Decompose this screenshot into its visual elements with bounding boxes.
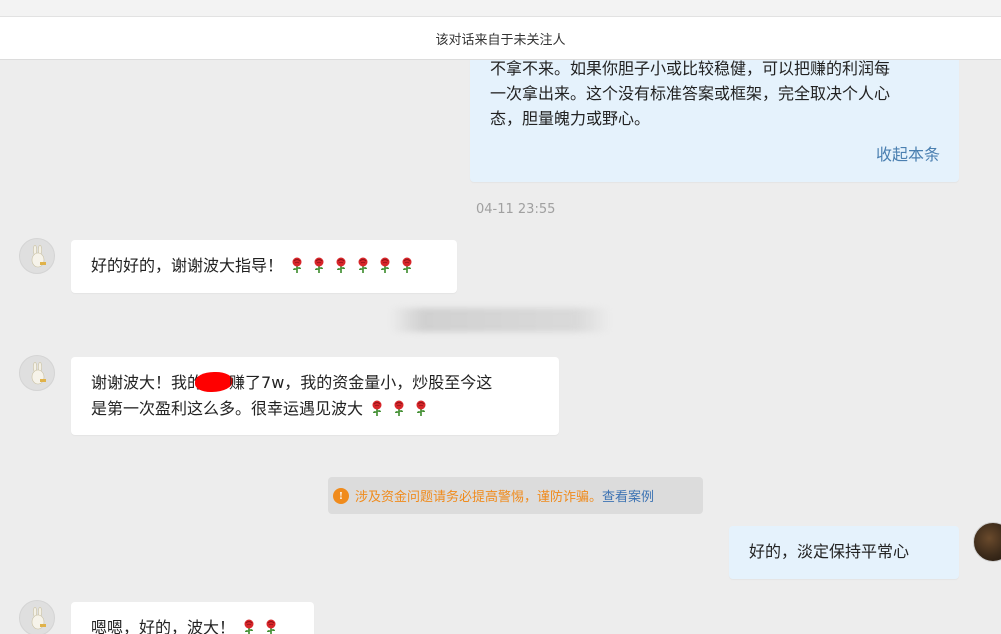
message-line: 一次拿出来。这个没有标准答案或框架，完全取决个人心 bbox=[490, 84, 891, 103]
message-text: 谢谢波大！我的 bbox=[91, 373, 204, 392]
rose-icon bbox=[398, 256, 416, 274]
fraud-warning-banner: ! 涉及资金问题请务必提高警惕，谨防诈骗。 查看案例 bbox=[328, 477, 703, 514]
rose-emoji-group bbox=[288, 256, 420, 275]
collapse-message-button[interactable]: 收起本条 bbox=[876, 142, 940, 167]
rose-icon bbox=[376, 256, 394, 274]
rose-icon bbox=[288, 256, 306, 274]
message-text: 嗯嗯，好的，波大！ bbox=[91, 618, 236, 634]
stranger-notice-bar: 该对话来自于未关注人 bbox=[0, 16, 1001, 60]
rose-emoji-group bbox=[240, 618, 284, 634]
warning-text: 涉及资金问题请务必提高警惕，谨防诈骗。 bbox=[355, 490, 603, 505]
info-icon: ! bbox=[333, 487, 349, 504]
redaction-mark bbox=[195, 372, 234, 392]
message-line: 态，胆量魄力或野心。 bbox=[490, 109, 651, 128]
rose-icon bbox=[390, 399, 408, 417]
incoming-message-bubble: 嗯嗯，好的，波大！ bbox=[71, 602, 314, 634]
rose-icon bbox=[262, 618, 280, 634]
rose-icon bbox=[240, 618, 258, 634]
rabbit-icon bbox=[31, 607, 46, 630]
rose-icon bbox=[412, 399, 430, 417]
contact-avatar[interactable] bbox=[19, 355, 55, 391]
stranger-notice-text: 该对话来自于未关注人 bbox=[435, 32, 566, 48]
view-cases-link[interactable]: 查看案例 bbox=[602, 486, 654, 505]
message-text: 好的，淡定保持平常心 bbox=[749, 542, 910, 561]
rabbit-icon bbox=[31, 245, 46, 268]
contact-avatar[interactable] bbox=[19, 238, 55, 274]
message-text: 好的好的，谢谢波大指导！ bbox=[91, 256, 284, 275]
rose-icon bbox=[332, 256, 350, 274]
rabbit-icon bbox=[31, 362, 46, 385]
rose-icon bbox=[368, 399, 386, 417]
rose-icon bbox=[310, 256, 328, 274]
message-timestamp: 04-11 23:55 bbox=[476, 202, 556, 217]
expanded-message-bubble: 不拿不来。如果你胆子小或比较稳健，可以把赚的利润每 一次拿出来。这个没有标准答案… bbox=[470, 40, 959, 182]
rose-emoji-group bbox=[368, 399, 434, 418]
window-top-strip bbox=[0, 0, 1001, 16]
message-text: 是第一次盈利这么多。很幸运遇见波大 bbox=[91, 399, 364, 418]
message-line: 是第一次盈利这么多。很幸运遇见波大 bbox=[91, 396, 539, 422]
incoming-message-bubble: 好的好的，谢谢波大指导！ bbox=[71, 240, 457, 293]
outgoing-message-bubble: 好的，淡定保持平常心 bbox=[729, 526, 959, 579]
message-line: 谢谢波大！我的 赚了7w，我的资金量小，炒股至今这 bbox=[91, 370, 539, 396]
contact-avatar[interactable] bbox=[19, 600, 55, 634]
rose-icon bbox=[354, 256, 372, 274]
incoming-message-bubble: 谢谢波大！我的 赚了7w，我的资金量小，炒股至今这 是第一次盈利这么多。很幸运遇见… bbox=[71, 357, 559, 435]
self-avatar[interactable] bbox=[973, 522, 1001, 562]
message-text: 赚了7w，我的资金量小，炒股至今这 bbox=[229, 373, 493, 392]
blurred-content bbox=[390, 308, 610, 332]
